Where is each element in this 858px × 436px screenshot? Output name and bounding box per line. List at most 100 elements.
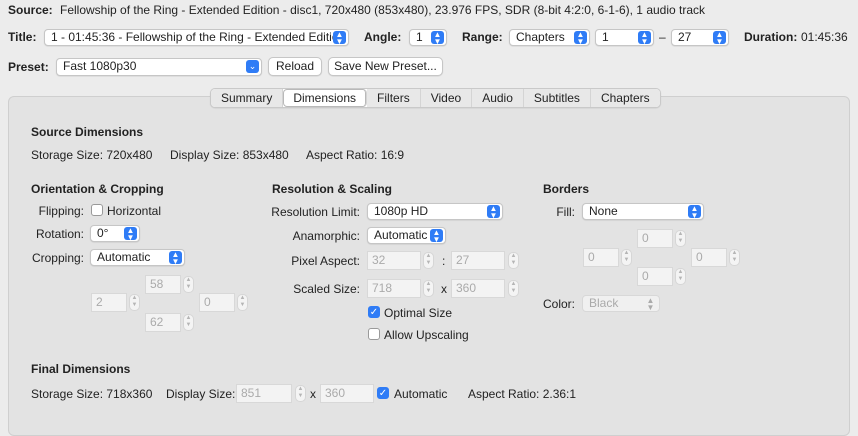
pixel-aspect-height-field[interactable]: 27 [451,251,505,270]
source-info: Fellowship of the Ring - Extended Editio… [60,3,706,17]
duration-value: 01:45:36 [801,30,848,44]
border-color-value: Black [589,296,619,310]
crop-top-field[interactable]: 58 [145,275,181,294]
anamorphic-label: Anamorphic: [292,229,360,243]
range-type-popup[interactable]: Chapters ▲ ▼ [509,29,590,46]
pixel-aspect-label: Pixel Aspect: [291,254,360,268]
title-popup[interactable]: 1 - 01:45:36 - Fellowship of the Ring - … [44,29,349,46]
chevron-updown-icon: ▲ ▼ [646,296,655,312]
scaled-width-field[interactable]: 718 [367,279,421,298]
optimal-size-checkbox[interactable]: ✓ [368,306,380,318]
tab-filters[interactable]: Filters [367,89,421,107]
pixel-aspect-height-stepper[interactable]: ▲ ▼ [508,252,519,269]
crop-left-field[interactable]: 2 [91,293,127,312]
preset-popup[interactable]: Fast 1080p30 ⌄ [56,58,262,76]
automatic-checkbox[interactable]: ✓ [377,387,389,399]
border-bottom-field[interactable]: 0 [637,267,673,286]
save-new-preset-button[interactable]: Save New Preset... [328,57,443,76]
rotation-label: Rotation: [35,227,84,241]
crop-right-stepper[interactable]: ▲ ▼ [237,294,248,311]
range-start-popup[interactable]: 1 ▲ ▼ [595,29,654,46]
fill-label: Fill: [556,205,575,219]
chevron-updown-icon: ▲ ▼ [124,227,137,241]
final-dimensions-heading: Final Dimensions [31,362,131,376]
tab-bar: Summary Dimensions Filters Video Audio S… [210,88,661,108]
chevron-updown-icon: ▲ ▼ [487,205,500,219]
final-display-height-field[interactable]: 360 [320,384,374,403]
chevron-updown-icon: ▲ ▼ [638,31,651,45]
range-type-value: Chapters [516,30,565,44]
crop-bottom-field[interactable]: 62 [145,313,181,332]
duration-label: Duration: [744,30,798,44]
source-label: Source: [8,3,53,17]
border-color-popup[interactable]: Black ▲ ▼ [582,295,660,312]
pixel-aspect-width-stepper[interactable]: ▲ ▼ [423,252,434,269]
scaled-height-field[interactable]: 360 [451,279,505,298]
reload-button[interactable]: Reload [268,57,322,76]
chevron-updown-icon: ▲ ▼ [688,205,701,219]
border-right-field[interactable]: 0 [691,248,727,267]
source-aspect-ratio: Aspect Ratio: 16:9 [306,148,405,162]
range-dash: – [659,30,666,44]
tab-audio[interactable]: Audio [472,89,524,107]
range-label: Range: [462,30,503,44]
scaled-width-stepper[interactable]: ▲ ▼ [423,280,434,297]
source-display-size: Display Size: 853x480 [170,148,289,162]
border-left-field[interactable]: 0 [583,248,619,267]
fill-popup[interactable]: None ▲ ▼ [582,203,704,220]
anamorphic-popup[interactable]: Automatic ▲ ▼ [367,227,446,244]
pixel-aspect-width-field[interactable]: 32 [367,251,421,270]
range-start-value: 1 [602,30,609,44]
resolution-limit-popup[interactable]: 1080p HD ▲ ▼ [367,203,503,220]
chevron-updown-icon: ▲ ▼ [713,31,726,45]
final-display-size-label: Display Size: [166,387,236,401]
tab-subtitles[interactable]: Subtitles [523,89,591,107]
color-label: Color: [543,297,576,311]
range-end-popup[interactable]: 27 ▲ ▼ [671,29,729,46]
preset-value: Fast 1080p30 [63,59,137,73]
allow-upscaling-checkbox[interactable] [368,328,380,340]
automatic-label: Automatic [394,387,448,401]
chevron-updown-icon: ▲ ▼ [169,251,182,265]
final-display-width-stepper[interactable]: ▲ ▼ [295,385,306,402]
resolution-limit-label: Resolution Limit: [271,205,360,219]
tab-chapters[interactable]: Chapters [590,89,660,107]
preset-label: Preset: [8,60,49,74]
scaled-height-stepper[interactable]: ▲ ▼ [508,280,519,297]
angle-popup[interactable]: 1 ▲ ▼ [409,29,447,46]
final-storage-size: Storage Size: 718x360 [31,387,153,401]
flipping-label: Flipping: [38,204,84,218]
final-aspect-ratio: Aspect Ratio: 2.36:1 [468,387,577,401]
cropping-label: Cropping: [31,251,84,265]
crop-right-field[interactable]: 0 [199,293,235,312]
cropping-value: Automatic [97,250,151,264]
rotation-popup[interactable]: 0° ▲ ▼ [90,225,140,242]
pixel-aspect-separator: : [442,254,446,268]
crop-top-stepper[interactable]: ▲ ▼ [183,276,194,293]
chevron-updown-icon: ▲ ▼ [431,31,444,45]
tab-dimensions[interactable]: Dimensions [283,89,368,107]
optimal-size-label: Optimal Size [384,306,453,320]
horizontal-label: Horizontal [107,204,162,218]
border-bottom-stepper[interactable]: ▲ ▼ [675,268,686,285]
scaled-size-x: x [441,282,447,296]
title-value: 1 - 01:45:36 - Fellowship of the Ring - … [51,30,348,44]
final-display-width-field[interactable]: 851 [236,384,292,403]
border-top-stepper[interactable]: ▲ ▼ [675,230,686,247]
anamorphic-value: Automatic [374,228,428,242]
horizontal-checkbox[interactable] [91,204,103,216]
chevron-updown-icon: ▲ ▼ [333,31,346,45]
chevron-updown-icon: ▲ ▼ [574,31,587,45]
tab-video[interactable]: Video [420,89,473,107]
border-left-stepper[interactable]: ▲ ▼ [621,249,632,266]
crop-left-stepper[interactable]: ▲ ▼ [129,294,140,311]
crop-bottom-stepper[interactable]: ▲ ▼ [183,314,194,331]
border-right-stepper[interactable]: ▲ ▼ [729,249,740,266]
resolution-limit-value: 1080p HD [374,204,429,218]
orientation-heading: Orientation & Cropping [31,182,164,196]
source-storage-size: Storage Size: 720x480 [31,148,153,162]
tab-summary[interactable]: Summary [211,89,284,107]
border-top-field[interactable]: 0 [637,229,673,248]
fill-value: None [589,204,618,218]
cropping-popup[interactable]: Automatic ▲ ▼ [90,249,185,266]
